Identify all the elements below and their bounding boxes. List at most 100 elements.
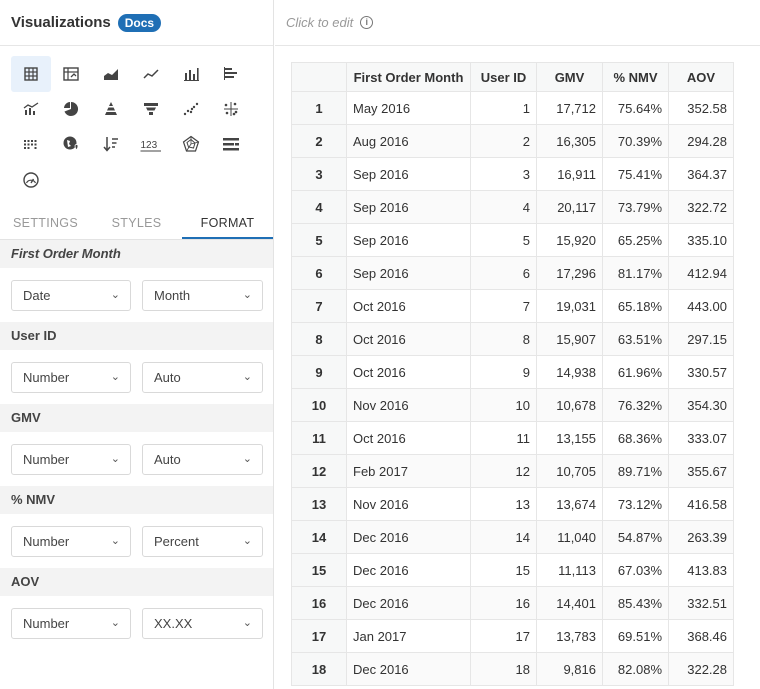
row-index: 14 [291,520,347,554]
cell-aov: 322.28 [668,652,734,686]
radar-icon[interactable] [171,126,211,162]
table-icon[interactable] [11,56,51,92]
cell-user-id: 3 [470,157,537,191]
row-index: 4 [291,190,347,224]
table-row: 15 Dec 2016 15 11,113 67.03% 413.83 [291,553,734,587]
format-select[interactable]: Auto ⌄ [142,362,263,393]
type-select-value: Number [23,534,70,549]
cell-first-order-month: May 2016 [346,91,471,125]
type-select[interactable]: Number ⌄ [11,362,131,393]
cell-gmv: 16,911 [536,157,603,191]
column-header-nmv[interactable]: % NMV [602,62,669,92]
column-header-user-id[interactable]: User ID [470,62,537,92]
row-index: 13 [291,487,347,521]
row-index: 6 [291,256,347,290]
column-header-index [291,62,347,92]
cell-aov: 335.10 [668,223,734,257]
table-row: 14 Dec 2016 14 11,040 54.87% 263.39 [291,520,734,554]
tab-format[interactable]: FORMAT [182,206,273,239]
cell-gmv: 13,155 [536,421,603,455]
cell-user-id: 13 [470,487,537,521]
cell-aov: 332.51 [668,586,734,620]
cell-gmv: 17,712 [536,91,603,125]
click-to-edit-text[interactable]: Click to edit [286,15,353,30]
section-body-gmv: Number ⌄ Auto ⌄ [0,432,273,486]
cell-user-id: 11 [470,421,537,455]
scatter-cross-icon[interactable] [211,91,251,127]
column-header-gmv[interactable]: GMV [536,62,603,92]
preview-panel: Click to edit i First Order Month User I… [275,0,760,689]
funnel-icon[interactable] [131,91,171,127]
section-body-nmv: Number ⌄ Percent ⌄ [0,514,273,568]
scatter-icon[interactable] [171,91,211,127]
cell-gmv: 13,674 [536,487,603,521]
table-row: 7 Oct 2016 7 19,031 65.18% 443.00 [291,289,734,323]
cell-aov: 297.15 [668,322,734,356]
dot-grid-icon[interactable] [11,126,51,162]
area-chart-icon[interactable] [91,56,131,92]
cell-nmv: 75.41% [602,157,669,191]
chevron-down-icon: ⌄ [242,289,252,301]
tab-styles[interactable]: STYLES [91,206,182,239]
pie-chart-icon[interactable] [51,91,91,127]
sort-icon[interactable] [91,126,131,162]
type-select-value: Number [23,616,70,631]
cell-first-order-month: Sep 2016 [346,190,471,224]
cell-gmv: 15,920 [536,223,603,257]
cell-nmv: 67.03% [602,553,669,587]
tab-settings[interactable]: SETTINGS [0,206,91,239]
cell-first-order-month: Sep 2016 [346,157,471,191]
row-index: 12 [291,454,347,488]
cell-aov: 413.83 [668,553,734,587]
cell-aov: 443.00 [668,289,734,323]
cell-aov: 263.39 [668,520,734,554]
section-header-gmv: GMV [0,404,273,432]
stacked-bars-icon[interactable] [211,126,251,162]
type-select[interactable]: Date ⌄ [11,280,131,311]
cell-aov: 416.58 [668,487,734,521]
cell-nmv: 85.43% [602,586,669,620]
cell-first-order-month: Oct 2016 [346,289,471,323]
gauge-icon[interactable] [11,162,51,198]
column-header-aov[interactable]: AOV [668,62,734,92]
table-row: 10 Nov 2016 10 10,678 76.32% 354.30 [291,388,734,422]
row-index: 18 [291,652,347,686]
chevron-down-icon: ⌄ [242,617,252,629]
cell-nmv: 89.71% [602,454,669,488]
combo-chart-icon[interactable] [11,91,51,127]
cell-gmv: 15,907 [536,322,603,356]
bar-chart-icon[interactable] [171,56,211,92]
pyramid-icon[interactable] [91,91,131,127]
horizontal-bar-icon[interactable] [211,56,251,92]
type-select[interactable]: Number ⌄ [11,608,131,639]
number-icon[interactable]: 123 [131,126,171,162]
cell-user-id: 14 [470,520,537,554]
format-select[interactable]: XX.XX ⌄ [142,608,263,639]
table-row: 4 Sep 2016 4 20,117 73.79% 322.72 [291,190,734,224]
format-select[interactable]: Percent ⌄ [142,526,263,557]
info-icon[interactable]: i [360,16,374,29]
docs-link[interactable]: Docs [117,13,162,32]
cell-first-order-month: Dec 2016 [346,586,471,620]
map-icon[interactable] [51,126,91,162]
format-select[interactable]: Auto ⌄ [142,444,263,475]
format-select-value: Auto [154,452,181,467]
cell-gmv: 11,040 [536,520,603,554]
type-select[interactable]: Number ⌄ [11,444,131,475]
line-chart-icon[interactable] [131,56,171,92]
type-select[interactable]: Number ⌄ [11,526,131,557]
column-header-first-order-month[interactable]: First Order Month [346,62,471,92]
row-index: 1 [291,91,347,125]
cell-first-order-month: Oct 2016 [346,322,471,356]
table-row: 11 Oct 2016 11 13,155 68.36% 333.07 [291,421,734,455]
pivot-table-icon[interactable] [51,56,91,92]
chevron-down-icon: ⌄ [110,371,120,383]
cell-gmv: 11,113 [536,553,603,587]
cell-user-id: 10 [470,388,537,422]
cell-aov: 364.37 [668,157,734,191]
row-index: 10 [291,388,347,422]
format-select[interactable]: Month ⌄ [142,280,263,311]
title-edit-bar[interactable]: Click to edit i [275,0,760,46]
cell-first-order-month: Aug 2016 [346,124,471,158]
cell-first-order-month: Oct 2016 [346,355,471,389]
